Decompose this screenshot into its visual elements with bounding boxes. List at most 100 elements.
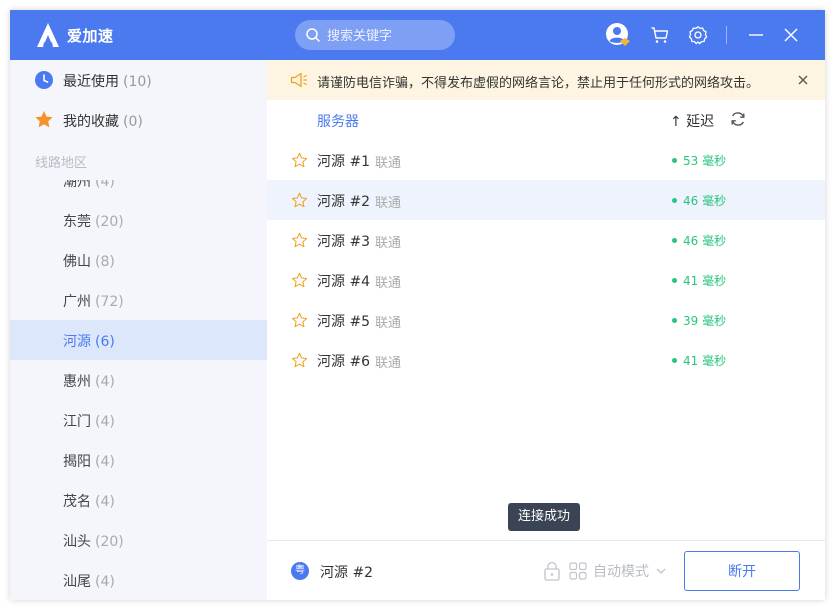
server-row[interactable]: 河源 #5 联通 39 毫秒	[267, 300, 825, 340]
sidebar-item-count: (10)	[123, 74, 152, 90]
region-count: (4)	[95, 494, 115, 510]
cart-icon	[651, 27, 669, 43]
region-item[interactable]: 广州 (72)	[10, 280, 267, 320]
region-name: 汕头	[63, 534, 91, 550]
region-name: 河源	[63, 334, 91, 350]
region-count: (4)	[95, 374, 115, 390]
connected-server-name: 河源 #2	[320, 565, 374, 581]
sidebar-item-label: 我的收藏	[63, 114, 119, 130]
refresh-icon[interactable]	[729, 110, 747, 128]
user-avatar-icon	[606, 23, 630, 46]
server-row[interactable]: 河源 #3 联通 46 毫秒	[267, 220, 825, 260]
province-badge: 粤	[291, 562, 309, 580]
server-isp: 联通	[375, 316, 402, 331]
grid-icon	[569, 562, 587, 580]
sidebar-item-recent[interactable]: 最近使用 (10)	[10, 60, 267, 100]
settings-button[interactable]	[685, 22, 711, 48]
region-item[interactable]: 惠州 (4)	[10, 360, 267, 400]
notice-close-icon[interactable]	[795, 72, 811, 88]
app-window: 爱加速 搜索关键字 最近使用 (10) 我的收藏 (0) 线路地区 潮州 (4)…	[10, 10, 825, 600]
region-item[interactable]: 佛山 (8)	[10, 240, 267, 280]
app-logo-icon	[37, 23, 59, 47]
region-item-active[interactable]: 河源 (6)	[10, 320, 267, 360]
sidebar: 最近使用 (10) 我的收藏 (0) 线路地区 潮州 (4) 东莞 (20) 佛山 (8)…	[10, 60, 267, 600]
server-isp: 联通	[375, 156, 402, 171]
region-name: 揭阳	[63, 454, 91, 470]
server-isp: 联通	[375, 196, 402, 211]
server-isp: 联通	[375, 276, 402, 291]
star-outline-icon[interactable]	[291, 272, 308, 289]
region-item[interactable]: 揭阳 (4)	[10, 440, 267, 480]
star-outline-icon[interactable]	[291, 192, 308, 209]
server-latency: 41 毫秒	[683, 274, 727, 288]
sidebar-item-count: (0)	[123, 114, 143, 130]
lock-icon	[544, 561, 560, 581]
star-outline-icon[interactable]	[291, 232, 308, 249]
region-count: (4)	[95, 454, 115, 470]
server-row[interactable]: 河源 #4 联通 41 毫秒	[267, 260, 825, 300]
minimize-icon	[749, 34, 763, 36]
mode-selector[interactable]: 自动模式	[569, 560, 667, 582]
titlebar-divider	[726, 26, 727, 44]
server-latency: 39 毫秒	[683, 314, 727, 328]
region-count: (6)	[95, 334, 115, 350]
region-count: (4)	[95, 180, 115, 190]
server-row[interactable]: 河源 #6 联通 41 毫秒	[267, 340, 825, 380]
region-item[interactable]: 汕尾 (4)	[10, 560, 267, 600]
server-latency: 53 毫秒	[683, 154, 727, 168]
app-name: 爱加速	[67, 27, 114, 45]
region-name: 广州	[63, 294, 91, 310]
server-row[interactable]: 河源 #1 联通 53 毫秒	[267, 140, 825, 180]
section-label-regions: 线路地区	[35, 156, 88, 171]
region-item[interactable]: 茂名 (4)	[10, 480, 267, 520]
server-name: 河源 #2	[317, 194, 371, 210]
close-window-button[interactable]	[778, 22, 804, 48]
search-input[interactable]	[325, 20, 451, 52]
gear-icon	[688, 26, 708, 45]
mode-label: 自动模式	[593, 564, 649, 580]
disconnect-button[interactable]: 断开	[684, 551, 800, 591]
server-name: 河源 #4	[317, 274, 371, 290]
star-outline-icon[interactable]	[291, 352, 308, 369]
sidebar-item-favorites[interactable]: 我的收藏 (0)	[10, 100, 267, 140]
region-count: (20)	[95, 534, 124, 550]
clock-icon	[35, 71, 53, 89]
user-avatar-button[interactable]	[605, 22, 631, 48]
server-list: 河源 #1 联通 53 毫秒 河源 #2 联通 46 毫秒 河源 #3 联通 4…	[267, 140, 825, 380]
server-latency: 46 毫秒	[683, 194, 727, 208]
latency-dot-icon	[672, 198, 677, 203]
server-name: 河源 #5	[317, 314, 371, 330]
region-item[interactable]: 汕头 (20)	[10, 520, 267, 560]
notice-text: 请谨防电信诈骗，不得发布虚假的网络言论，禁止用于任何形式的网络攻击。	[317, 76, 760, 91]
cart-button[interactable]	[647, 22, 673, 48]
server-row-selected[interactable]: 河源 #2 联通 46 毫秒	[267, 180, 825, 220]
region-item[interactable]: 东莞 (20)	[10, 200, 267, 240]
chevron-down-icon	[656, 568, 666, 574]
column-header-server[interactable]: 服务器	[317, 111, 359, 131]
latency-dot-icon	[672, 278, 677, 283]
column-header-latency[interactable]: ↑ 延迟	[670, 111, 714, 131]
region-name: 佛山	[63, 254, 91, 270]
region-list[interactable]: 潮州 (4) 东莞 (20) 佛山 (8) 广州 (72) 河源 (6) 惠州 (4) 江门…	[10, 180, 267, 600]
region-count: (8)	[95, 254, 115, 270]
server-name: 河源 #1	[317, 154, 371, 170]
connection-bar: 粤 河源 #2 自动模式 断开	[267, 540, 825, 600]
server-name: 河源 #3	[317, 234, 371, 250]
megaphone-icon	[290, 72, 307, 88]
star-outline-icon[interactable]	[291, 312, 308, 329]
region-item[interactable]: 江门 (4)	[10, 400, 267, 440]
region-name: 茂名	[63, 494, 91, 510]
sidebar-item-label: 最近使用	[63, 74, 119, 90]
title-bar: 爱加速	[10, 10, 825, 60]
region-item[interactable]: 潮州 (4)	[10, 180, 267, 200]
notice-banner: 请谨防电信诈骗，不得发布虚假的网络言论，禁止用于任何形式的网络攻击。	[267, 60, 825, 100]
server-name: 河源 #6	[317, 354, 371, 370]
search-icon	[306, 28, 321, 43]
region-name: 东莞	[63, 214, 91, 230]
minimize-button[interactable]	[743, 22, 769, 48]
latency-dot-icon	[672, 358, 677, 363]
server-isp: 联通	[375, 356, 402, 371]
close-icon	[784, 28, 798, 42]
search-box[interactable]	[295, 20, 455, 52]
star-outline-icon[interactable]	[291, 152, 308, 169]
